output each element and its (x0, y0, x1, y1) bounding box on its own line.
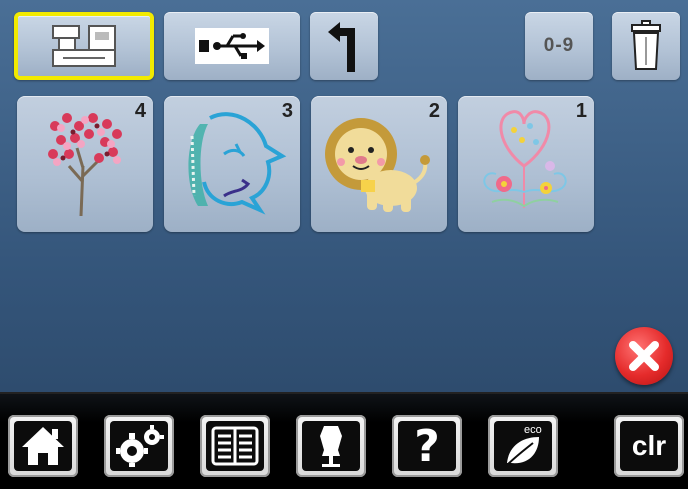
delete-button[interactable] (612, 12, 680, 80)
lion-design (325, 118, 430, 212)
design-tile[interactable]: 2 (311, 96, 447, 232)
return-arrow-icon (328, 22, 355, 72)
trash-can-icon (631, 20, 661, 70)
cherry-blossom-tree-design (48, 113, 122, 217)
design-number: 4 (134, 100, 146, 122)
clear-label: clr (631, 430, 667, 461)
usb-icon (195, 28, 269, 64)
design-number: 3 (281, 100, 293, 122)
design-number: 2 (428, 100, 440, 122)
dress-form-icon (320, 426, 342, 467)
dolphin-outline-design (188, 112, 287, 215)
design-tile[interactable]: 1 (458, 96, 594, 232)
close-x-icon (629, 341, 659, 371)
sort-button-label: 0-9 (543, 35, 575, 56)
close-button[interactable] (615, 327, 673, 385)
design-number: 1 (575, 100, 587, 122)
manual-button[interactable] (200, 415, 270, 477)
heart-flowers-design (483, 110, 567, 208)
help-button[interactable]: ? (392, 415, 462, 477)
sort-button[interactable]: 0-9 (525, 12, 593, 80)
settings-button[interactable] (104, 415, 174, 477)
design-tile[interactable]: 4 (17, 96, 153, 232)
design-tile[interactable]: 3 (164, 96, 300, 232)
eco-label: eco (524, 424, 542, 436)
settings-gears-icon (116, 425, 164, 467)
usb-button[interactable] (164, 12, 300, 80)
embroidery-screen: 0-9 4 3 2 1 (0, 0, 688, 392)
manual-book-icon (211, 426, 259, 466)
tutorial-button[interactable] (296, 415, 366, 477)
help-label: ? (414, 420, 440, 472)
home-button[interactable] (8, 415, 78, 477)
machine-memory-button[interactable] (14, 12, 154, 80)
clear-button[interactable]: clr (614, 415, 684, 477)
eco-button[interactable]: eco (488, 415, 558, 477)
sewing-machine-icon (52, 25, 116, 67)
back-button[interactable] (310, 12, 378, 80)
home-icon (22, 427, 64, 465)
